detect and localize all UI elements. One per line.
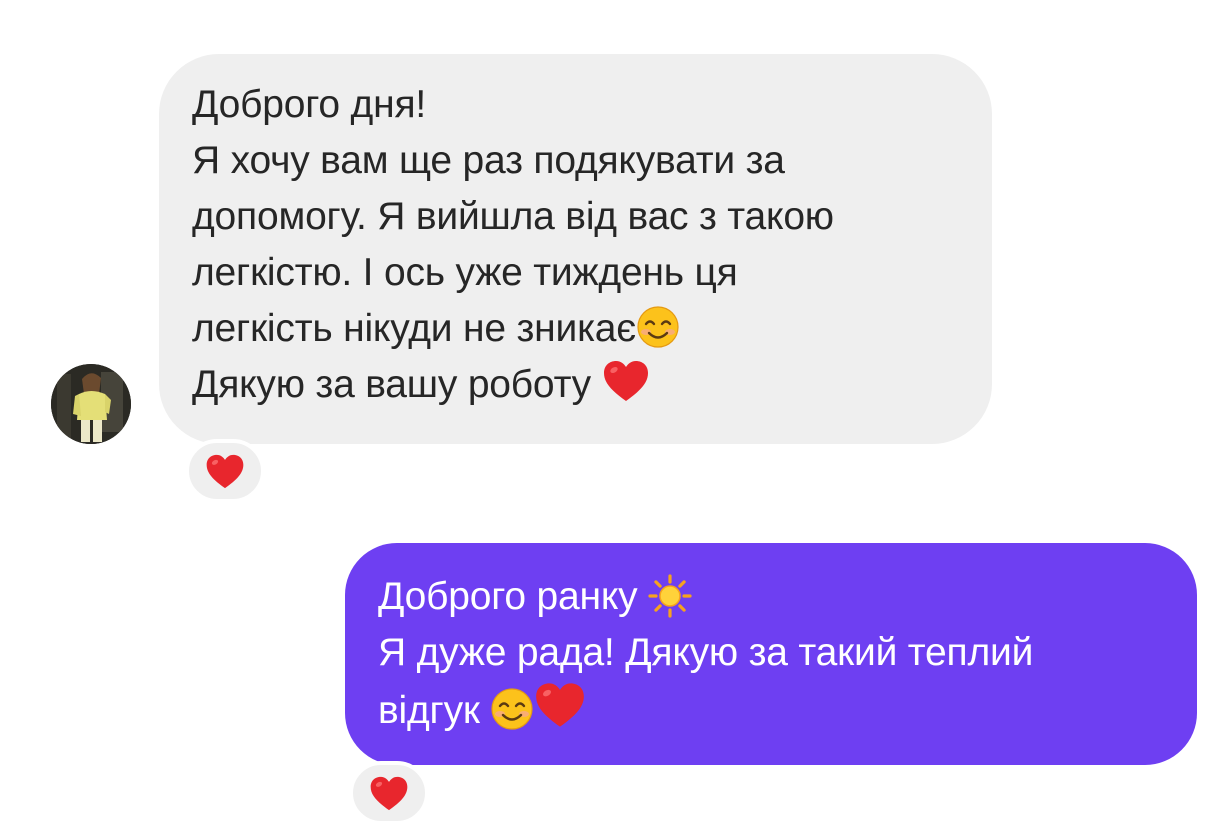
incoming-message-line-text: легкість нікуди не зникає — [192, 307, 636, 350]
red-heart-icon — [603, 361, 648, 401]
smiling-face-icon — [637, 306, 679, 348]
outgoing-message-line-with-emoji: Доброго ранку — [378, 569, 1197, 625]
outgoing-message-line-text: Доброго ранку — [378, 575, 649, 618]
incoming-message-line-with-emoji: легкість нікуди не зникає — [192, 301, 992, 357]
outgoing-message-line: Я дуже рада! Дякую за такий теплий — [378, 631, 1034, 674]
red-heart-icon — [536, 683, 585, 727]
incoming-message-line-with-emoji: Дякую за вашу роботу — [192, 357, 992, 413]
smiling-face-icon — [491, 688, 533, 730]
incoming-message-line: Доброго дня! — [192, 83, 426, 126]
incoming-message-line: Я хочу вам ще раз подякувати за — [192, 139, 785, 182]
outgoing-message-line-text: відгук — [378, 689, 491, 732]
incoming-message-reaction[interactable] — [185, 439, 265, 503]
sun-icon — [648, 574, 692, 618]
incoming-message-line: допомогу. Я вийшла від вас з такою — [192, 195, 834, 238]
outgoing-message-bubble[interactable]: Доброго ранку Я дуже рада! Дякую за таки… — [345, 543, 1197, 765]
incoming-message-line-text: Дякую за вашу роботу — [192, 363, 602, 406]
incoming-message-bubble[interactable]: Доброго дня! Я хочу вам ще раз подякуват… — [159, 54, 992, 444]
red-heart-icon — [370, 776, 408, 810]
sender-avatar[interactable] — [51, 364, 131, 444]
incoming-message-line: легкістю. І ось уже тиждень ця — [192, 251, 738, 294]
outgoing-message-reaction[interactable] — [349, 761, 429, 825]
red-heart-icon — [206, 454, 244, 488]
outgoing-message-line-with-emoji: відгук — [378, 681, 1197, 739]
